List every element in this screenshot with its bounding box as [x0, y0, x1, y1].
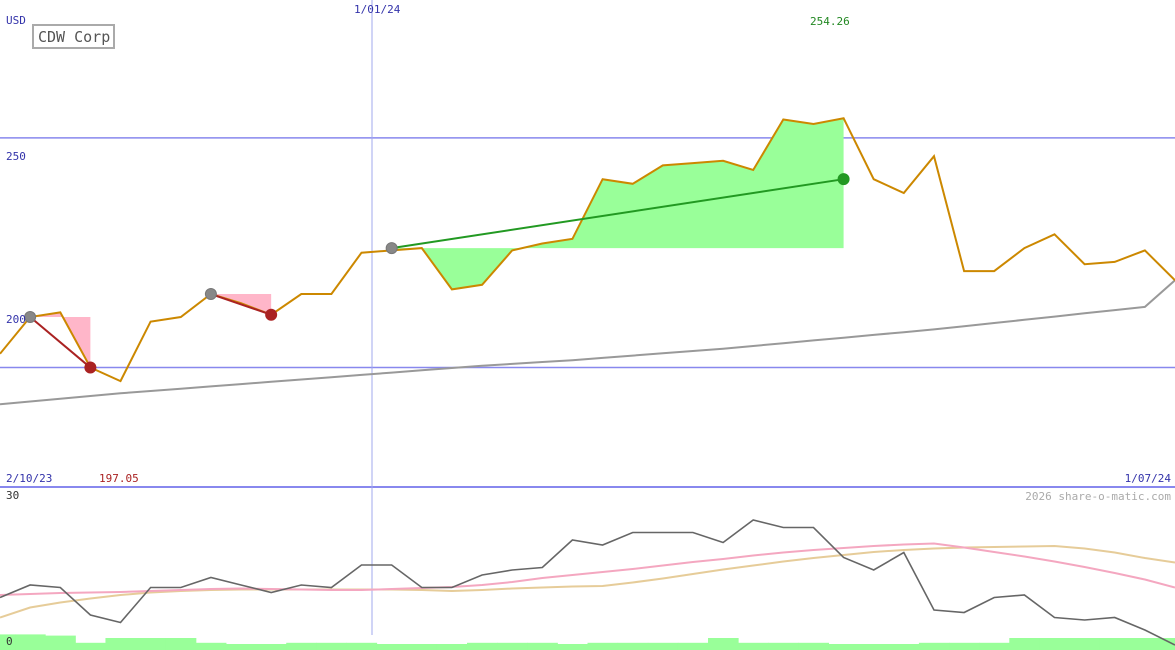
- volume-bar: [346, 642, 378, 650]
- volume-bar: [165, 638, 197, 650]
- start-date-label: 2/10/23: [6, 472, 52, 485]
- volume-bar: [105, 638, 137, 650]
- volume-bar: [858, 644, 890, 650]
- volume-bar: [918, 642, 950, 650]
- volume-bar: [979, 642, 1010, 650]
- volume-bar: [647, 642, 679, 650]
- volume-bar: [828, 644, 860, 650]
- stock-chart: USD 1/01/24 254.26 250 200 2/10/23 197.0…: [0, 0, 1175, 650]
- volume-bar: [376, 644, 408, 650]
- volume-bar: [45, 635, 76, 650]
- slow-average-line: [0, 544, 1175, 619]
- volume-bar: [738, 642, 769, 650]
- trend-line: [0, 279, 1175, 406]
- volume-bar: [316, 642, 347, 650]
- volume-bar: [949, 642, 980, 650]
- currency-label: USD: [6, 14, 26, 27]
- year-marker-label: 1/01/24: [354, 3, 401, 16]
- series-lines: [0, 117, 1175, 406]
- volume-bar: [436, 644, 468, 650]
- min-price-label: 197.05: [99, 472, 139, 485]
- volume-bar: [1039, 638, 1071, 650]
- volume-bar: [677, 642, 709, 650]
- volume-bar: [135, 638, 167, 650]
- credit-text: 2026 share-o-matic.com: [1025, 490, 1171, 503]
- ytick-label-250: 250: [6, 150, 26, 163]
- volume-bar: [406, 644, 438, 650]
- volume-bar: [195, 642, 227, 650]
- end-date-label: 1/07/24: [1125, 472, 1172, 485]
- indicator-line: [0, 519, 1175, 646]
- volume-bar: [286, 642, 317, 650]
- volume-bar: [225, 644, 257, 650]
- volume-bar: [1129, 638, 1161, 650]
- volume-bar: [256, 644, 287, 650]
- price-grid: [0, 137, 1175, 488]
- indicator-ytick-0: 0: [6, 635, 13, 648]
- chart-title-box: CDW Corp: [32, 24, 115, 49]
- volume-bar: [708, 638, 739, 650]
- price-line: [0, 117, 1175, 383]
- volume-bar: [466, 642, 498, 650]
- volume-bar: [617, 642, 649, 650]
- chart-title: CDW Corp: [38, 28, 110, 46]
- volume-bar: [15, 634, 46, 650]
- trade-exit-marker-0: [84, 361, 97, 374]
- volume-bar: [557, 644, 588, 650]
- trade-entry-marker-0: [24, 311, 37, 324]
- volume-bar: [527, 642, 558, 650]
- volume-bar: [1069, 638, 1101, 650]
- volume-bar: [888, 644, 920, 650]
- trade-exit-marker-2: [837, 173, 850, 186]
- trade-entry-marker-2: [385, 242, 398, 255]
- indicator-ytick-30: 30: [6, 489, 19, 502]
- trade-exit-marker-1: [265, 308, 278, 321]
- volume-bar: [75, 642, 106, 650]
- volume-bar: [768, 642, 799, 650]
- volume-bar: [497, 642, 528, 650]
- ytick-label-200: 200: [6, 313, 26, 326]
- volume-bar: [1099, 638, 1131, 650]
- volume-bar: [1009, 638, 1040, 650]
- max-price-label: 254.26: [810, 15, 850, 28]
- volume-bar: [587, 642, 619, 650]
- volume-bar: [798, 642, 830, 650]
- trade-entry-marker-1: [204, 288, 217, 301]
- trade-fills: [30, 118, 844, 368]
- trade-fill-2: [391, 118, 844, 290]
- indicator-panel: [0, 519, 1175, 650]
